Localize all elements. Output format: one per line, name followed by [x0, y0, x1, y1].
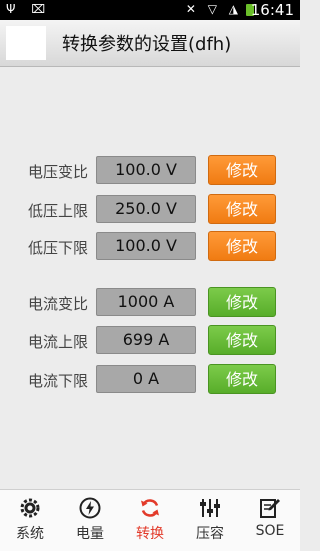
page-title: 转换参数的设置(dfh): [62, 34, 232, 55]
notification-icons: Ψ ⌧: [6, 2, 52, 16]
row-value: 250.0 V: [96, 195, 196, 223]
row-label: 电流上限: [28, 333, 89, 351]
edit-button[interactable]: 修改: [208, 155, 276, 185]
nav-convert[interactable]: 转换: [120, 490, 180, 551]
row-value: 699 A: [96, 326, 196, 354]
row-current-upper: 电流上限 699 A 修改: [0, 325, 300, 355]
nav-energy[interactable]: 电量: [60, 490, 120, 551]
system-icons: ✕ ▽ ◮: [185, 2, 242, 16]
edit-button[interactable]: 修改: [208, 287, 276, 317]
row-label: 电流变比: [28, 295, 89, 313]
bottom-nav: 系统 电量 转换 压容 SOE: [0, 489, 300, 551]
row-value: 100.0 V: [96, 232, 196, 260]
row-value: 1000 A: [96, 288, 196, 316]
gear-icon: [20, 498, 40, 518]
row-current-ratio: 电流变比 1000 A 修改: [0, 287, 300, 317]
row-value: 0 A: [96, 365, 196, 393]
nav-system[interactable]: 系统: [0, 490, 60, 551]
clock: 16:41: [250, 1, 294, 19]
row-label: 低压下限: [28, 239, 89, 257]
row-label: 低压上限: [28, 202, 89, 220]
nav-label: 电量: [76, 526, 104, 542]
row-voltage-ratio: 电压变比 100.0 V 修改: [0, 155, 300, 185]
edit-icon: [260, 499, 280, 518]
power-icon: [79, 497, 101, 519]
nav-label: 压容: [196, 526, 224, 542]
row-low-voltage-lower: 低压下限 100.0 V 修改: [0, 231, 300, 261]
row-current-lower: 电流下限 0 A 修改: [0, 364, 300, 394]
sliders-icon: [200, 499, 220, 517]
row-label: 电压变比: [28, 163, 89, 181]
status-bar: Ψ ⌧ ✕ ▽ ◮ 16:41: [0, 0, 300, 20]
refresh-icon: [141, 499, 159, 517]
row-label: 电流下限: [28, 372, 89, 390]
nav-label: 转换: [136, 526, 164, 542]
title-bar: 转换参数的设置(dfh): [0, 20, 300, 67]
edit-button[interactable]: 修改: [208, 231, 276, 261]
settings-content: 电压变比 100.0 V 修改 低压上限 250.0 V 修改 低压下限 100…: [0, 67, 300, 489]
row-low-voltage-upper: 低压上限 250.0 V 修改: [0, 194, 300, 224]
row-value: 100.0 V: [96, 156, 196, 184]
nav-soe[interactable]: SOE: [240, 490, 300, 551]
nav-voltage-capacity[interactable]: 压容: [180, 490, 240, 551]
edit-button[interactable]: 修改: [208, 194, 276, 224]
app-icon: [6, 26, 46, 60]
nav-label: 系统: [16, 526, 44, 542]
nav-label: SOE: [255, 523, 285, 539]
edit-button[interactable]: 修改: [208, 364, 276, 394]
edit-button[interactable]: 修改: [208, 325, 276, 355]
